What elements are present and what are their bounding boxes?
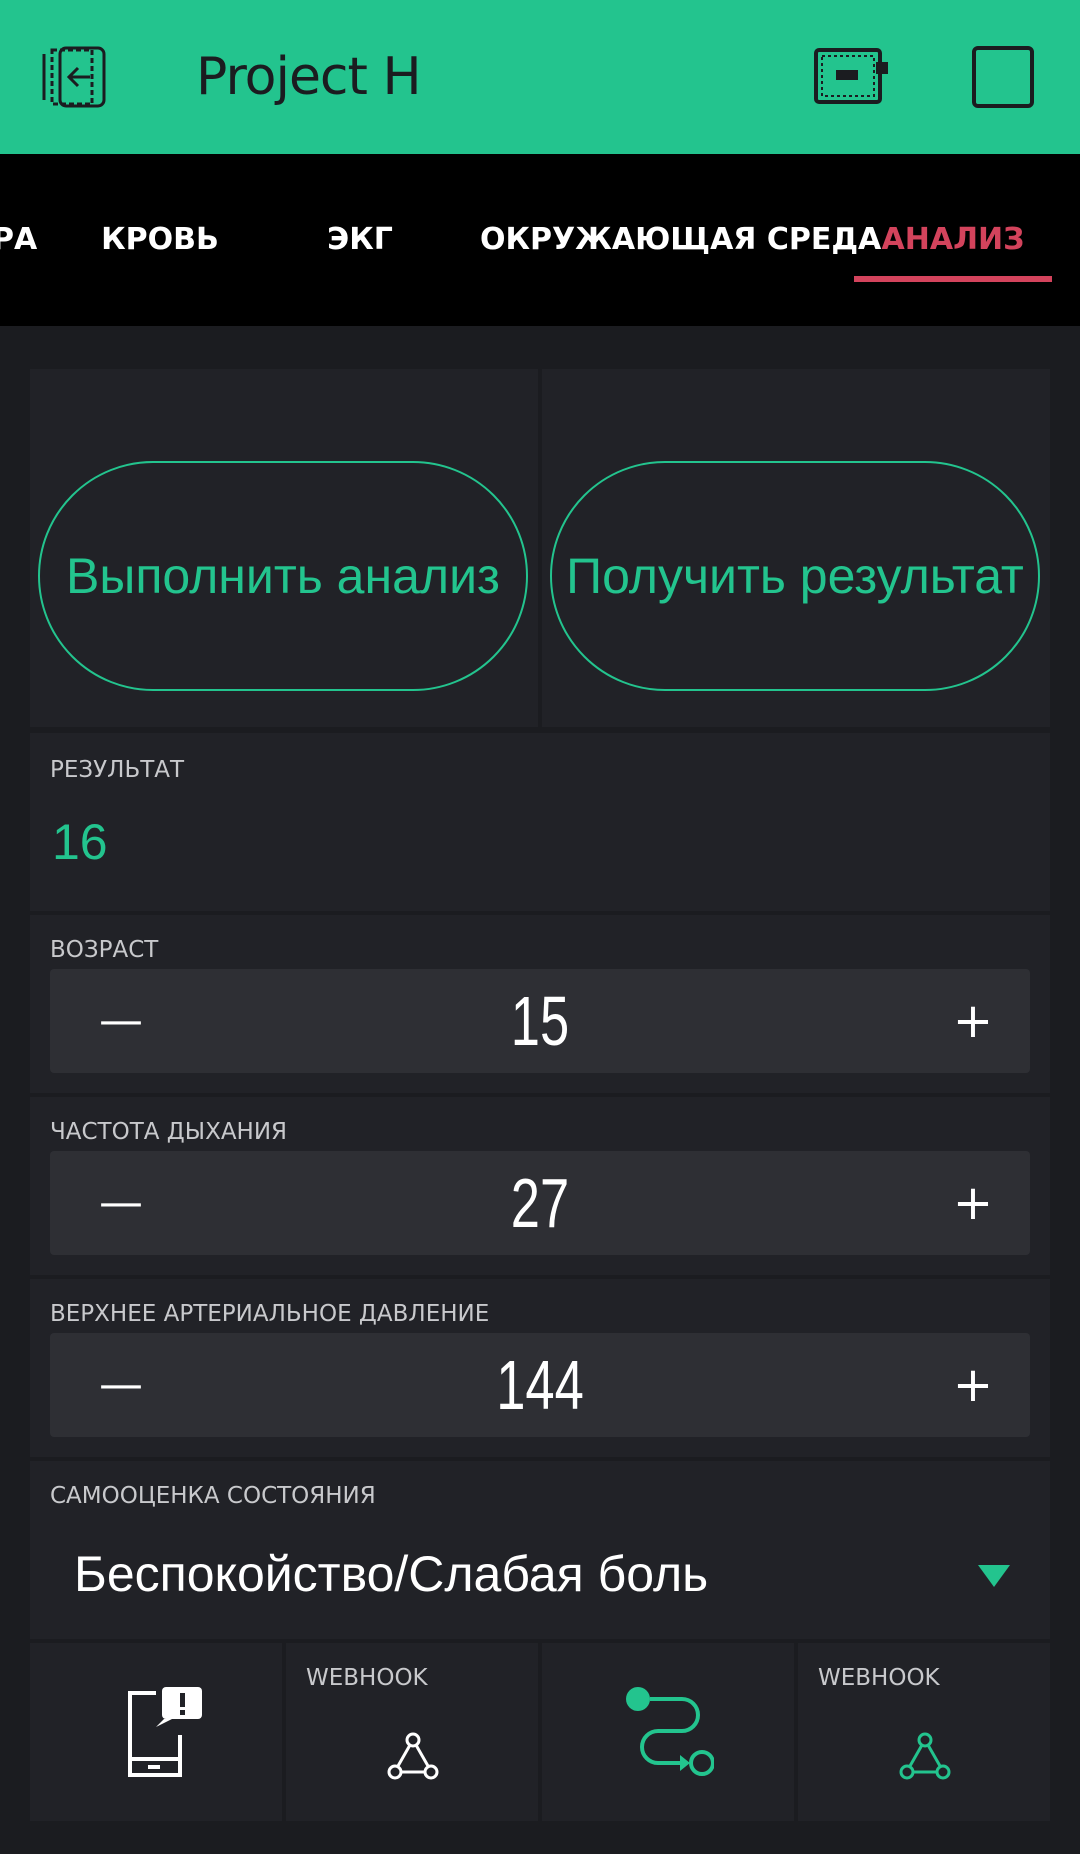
breathing-rate-stepper: — 27 + bbox=[50, 1151, 1030, 1255]
run-analysis-widget: Выполнить анализ bbox=[30, 369, 538, 727]
stepper-value: 15 bbox=[510, 982, 570, 1060]
dropdown-arrow-icon[interactable] bbox=[978, 1565, 1010, 1587]
breathing-rate-widget: ЧАСТОТА ДЫХАНИЯ — 27 + bbox=[30, 1097, 1050, 1275]
stepper-value: 144 bbox=[496, 1346, 584, 1424]
run-analysis-button[interactable]: Выполнить анализ bbox=[38, 461, 528, 691]
decrement-button[interactable]: — bbox=[86, 1151, 156, 1255]
notification-widget[interactable] bbox=[30, 1643, 282, 1821]
decrement-button[interactable]: — bbox=[86, 969, 156, 1073]
self-assessment-widget[interactable]: САМООЦЕНКА СОСТОЯНИЯ Беспокойство/Слабая… bbox=[30, 1461, 1050, 1639]
self-assessment-value[interactable]: Беспокойство/Слабая боль bbox=[74, 1545, 708, 1603]
blood-pressure-widget: ВЕРХНЕЕ АРТЕРИАЛЬНОЕ ДАВЛЕНИЕ — 144 + bbox=[30, 1279, 1050, 1457]
age-stepper: — 15 + bbox=[50, 969, 1030, 1073]
tab-analysis[interactable]: АНАЛИЗ bbox=[854, 154, 1052, 326]
increment-button[interactable]: + bbox=[938, 969, 1008, 1073]
tab-bar: РА КРОВЬ ЭКГ ОКРУЖАЮЩАЯ СРЕДА АНАЛИЗ bbox=[0, 154, 1080, 326]
eventor-widget[interactable] bbox=[542, 1643, 794, 1821]
webhook-widget-1[interactable]: WEBHOOK bbox=[286, 1643, 538, 1821]
tab-partial[interactable]: РА bbox=[0, 154, 37, 326]
tab-environment[interactable]: ОКРУЖАЮЩАЯ СРЕДА bbox=[480, 154, 881, 326]
increment-button[interactable]: + bbox=[938, 1151, 1008, 1255]
webhook-icon bbox=[386, 1731, 440, 1785]
exit-icon[interactable] bbox=[42, 44, 112, 110]
tab-blood[interactable]: КРОВЬ bbox=[90, 154, 230, 326]
project-title: Project H bbox=[196, 47, 422, 107]
device-icon[interactable] bbox=[812, 46, 892, 108]
webhook-widget-2[interactable]: WEBHOOK bbox=[798, 1643, 1050, 1821]
result-value: 16 bbox=[52, 814, 108, 870]
breathing-rate-label: ЧАСТОТА ДЫХАНИЯ bbox=[50, 1119, 288, 1145]
blood-pressure-label: ВЕРХНЕЕ АРТЕРИАЛЬНОЕ ДАВЛЕНИЕ bbox=[50, 1301, 490, 1327]
webhook-label: WEBHOOK bbox=[306, 1665, 428, 1691]
webhook-icon bbox=[898, 1731, 952, 1785]
eventor-icon bbox=[624, 1685, 715, 1785]
blood-pressure-stepper: — 144 + bbox=[50, 1333, 1030, 1437]
active-tab-indicator bbox=[854, 276, 1052, 282]
notification-icon bbox=[126, 1683, 206, 1787]
decrement-button[interactable]: — bbox=[86, 1333, 156, 1437]
age-widget: ВОЗРАСТ — 15 + bbox=[30, 915, 1050, 1093]
result-label: РЕЗУЛЬТАТ bbox=[50, 757, 185, 783]
self-assessment-label: САМООЦЕНКА СОСТОЯНИЯ bbox=[50, 1483, 376, 1509]
stepper-value: 27 bbox=[510, 1164, 570, 1242]
app-header: Project H bbox=[0, 0, 1080, 154]
age-label: ВОЗРАСТ bbox=[50, 937, 159, 963]
get-result-widget: Получить результат bbox=[542, 369, 1050, 727]
result-widget: РЕЗУЛЬТАТ 16 bbox=[30, 733, 1050, 911]
tab-ecg[interactable]: ЭКГ bbox=[290, 154, 430, 326]
webhook-label: WEBHOOK bbox=[818, 1665, 940, 1691]
square-icon[interactable] bbox=[972, 46, 1034, 108]
increment-button[interactable]: + bbox=[938, 1333, 1008, 1437]
get-result-button[interactable]: Получить результат bbox=[550, 461, 1040, 691]
